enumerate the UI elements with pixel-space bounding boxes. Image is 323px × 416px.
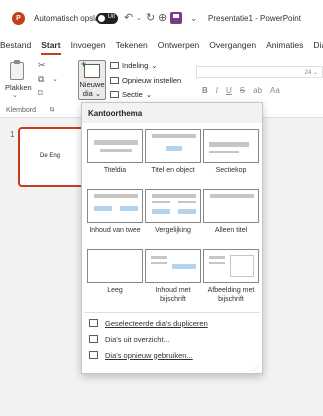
section-chevron-icon: ⌄ [145, 90, 153, 99]
tab-bestand[interactable]: Bestand [0, 38, 36, 58]
layout-titel-en-object-label: Titel en object [151, 167, 195, 174]
layout-vergelijking[interactable]: Vergelijking [145, 189, 201, 247]
toggle-state: Uit [107, 14, 115, 20]
layout-sectiekop[interactable]: Sectiekop [203, 129, 259, 187]
layout-sectiekop-preview [203, 129, 259, 163]
paste-icon[interactable] [10, 60, 24, 80]
italic-icon[interactable]: I [216, 86, 218, 95]
tab-overgangen[interactable]: Overgangen [204, 38, 261, 58]
layout-leeg-preview [87, 249, 143, 283]
layout-afbeelding-met-bijschrift[interactable]: Afbeelding met bijschrift [203, 249, 259, 307]
paste-label[interactable]: Plakken [5, 83, 32, 92]
tab-ontwerpen[interactable]: Ontwerpen [153, 38, 205, 58]
copy-icon[interactable]: ⧉ [38, 74, 44, 85]
change-case-icon[interactable]: Aa [270, 86, 280, 95]
customize-qat-icon[interactable]: ⌄ [190, 13, 198, 24]
clipboard-launcher-icon[interactable]: ⧅ [50, 106, 54, 114]
format-painter-icon[interactable]: ⌑ [38, 88, 43, 99]
layout-titeldia-label: Titeldia [103, 167, 127, 174]
layout-alleen-titel-preview [203, 189, 259, 223]
slides-from-outline-label: Dia's uit overzicht... [105, 334, 170, 344]
strikethrough-icon[interactable]: S [240, 86, 245, 95]
present-icon[interactable]: ⊕ [158, 11, 167, 24]
toggle-knob [98, 15, 105, 22]
gallery-separator [84, 312, 260, 313]
layout-leeg[interactable]: Leeg [87, 249, 143, 307]
layout-inhoud-met-bijschrift-label: Inhoud met bijschrift [155, 287, 191, 303]
format-row: B I U S ab Aa [202, 86, 280, 95]
slide-canvas-area[interactable] [258, 118, 323, 416]
slide-number: 1 [10, 130, 15, 139]
layout-titeldia-preview [87, 129, 143, 163]
layout-button[interactable]: Indeling ⌄ [110, 61, 158, 70]
ruler-strip [258, 125, 323, 135]
layout-inhoud-van-twee[interactable]: Inhoud van twee [87, 189, 143, 247]
title-bar: P Automatisch opslaan Uit ↶ ⌄ ↻ ⊕ ⌄ Pres… [0, 0, 323, 38]
layout-label: Indeling [122, 61, 149, 70]
layout-afbeelding-met-bijschrift-preview [203, 249, 259, 283]
copy-dropdown-icon[interactable]: ⌄ [52, 75, 58, 83]
tab-start[interactable]: Start [36, 38, 65, 58]
ribbon-tabs: Bestand Start Invoegen Tekenen Ontwerpen… [0, 38, 323, 58]
new-slide-label-1: Nieuwe [79, 80, 105, 89]
undo-icon[interactable]: ↶ [124, 11, 133, 24]
reset-button[interactable]: Opnieuw instellen [110, 76, 181, 85]
tab-animaties[interactable]: Animaties [261, 38, 308, 58]
reuse-slides-item[interactable]: Dia's opnieuw gebruiken... [89, 349, 193, 361]
new-slide-label-2-text: dia [82, 89, 93, 98]
autosave-toggle[interactable]: Uit [96, 13, 118, 24]
layout-titel-en-object[interactable]: Titel en object [145, 129, 201, 187]
resize-grip-icon[interactable]: ⋰ [253, 365, 259, 372]
new-slide-icon [81, 59, 100, 78]
clipboard-group-label: Klembord [6, 107, 36, 114]
paste-dropdown-icon[interactable]: ⌄ [12, 91, 18, 99]
slides-from-outline-item[interactable]: Dia's uit overzicht... [89, 333, 170, 345]
reset-label: Opnieuw instellen [122, 76, 182, 85]
reuse-slides-label: Dia's opnieuw gebruiken... [105, 350, 193, 360]
gallery-header: Kantoorthema [82, 103, 262, 123]
duplicate-slides-item[interactable]: Geselecteerde dia's dupliceren [89, 317, 208, 329]
section-label: Sectie [122, 90, 143, 99]
save-icon[interactable] [170, 12, 182, 24]
section-icon [110, 91, 119, 98]
layout-leeg-label: Leeg [107, 287, 123, 294]
layout-inhoud-met-bijschrift[interactable]: Inhoud met bijschrift [145, 249, 201, 307]
underline-icon[interactable]: U [226, 86, 232, 95]
layout-vergelijking-preview [145, 189, 201, 223]
document-title: Presentatie1 - PowerPoint [208, 14, 301, 23]
new-slide-label-2: dia ⌄ [82, 89, 102, 98]
slide-thumbnail-text: De Eng [40, 153, 61, 159]
duplicate-slides-label: Geselecteerde dia's dupliceren [105, 318, 208, 328]
tab-tekenen[interactable]: Tekenen [111, 38, 153, 58]
cut-icon[interactable]: ✂ [38, 60, 46, 71]
layout-vergelijking-label: Vergelijking [155, 227, 191, 234]
duplicate-icon [89, 319, 98, 327]
layout-inhoud-van-twee-preview [87, 189, 143, 223]
character-spacing-icon[interactable]: ab [253, 86, 262, 95]
powerpoint-logo-icon: P [12, 12, 25, 25]
font-size-box[interactable]: 24 ⌄ [196, 66, 323, 78]
layout-icon [110, 62, 119, 69]
layout-titeldia[interactable]: Titeldia [87, 129, 143, 187]
layout-sectiekop-label: Sectiekop [215, 167, 247, 174]
bold-icon[interactable]: B [202, 86, 208, 95]
layout-inhoud-met-bijschrift-preview [145, 249, 201, 283]
layout-alleen-titel[interactable]: Alleen titel [203, 189, 259, 247]
layout-afbeelding-met-bijschrift-label: Afbeelding met bijschrift [207, 287, 255, 303]
reuse-icon [89, 351, 98, 359]
new-slide-button[interactable]: Nieuwe dia ⌄ [78, 59, 106, 100]
tab-invoegen[interactable]: Invoegen [66, 38, 111, 58]
font-size-value: 24 [304, 70, 312, 76]
layout-chevron-icon: ⌄ [151, 61, 158, 70]
undo-dropdown-icon[interactable]: ⌄ [136, 14, 142, 22]
layout-inhoud-van-twee-label: Inhoud van twee [89, 227, 141, 234]
tab-dia[interactable]: Dia [308, 38, 323, 58]
layout-alleen-titel-label: Alleen titel [214, 227, 248, 234]
redo-icon[interactable]: ↻ [146, 11, 155, 24]
section-button[interactable]: Sectie ⌄ [110, 90, 152, 99]
layout-titel-en-object-preview [145, 129, 201, 163]
new-slide-gallery: Kantoorthema Titeldia Titel en object Se… [81, 102, 263, 374]
reset-icon [110, 77, 119, 84]
outline-icon [89, 335, 98, 343]
